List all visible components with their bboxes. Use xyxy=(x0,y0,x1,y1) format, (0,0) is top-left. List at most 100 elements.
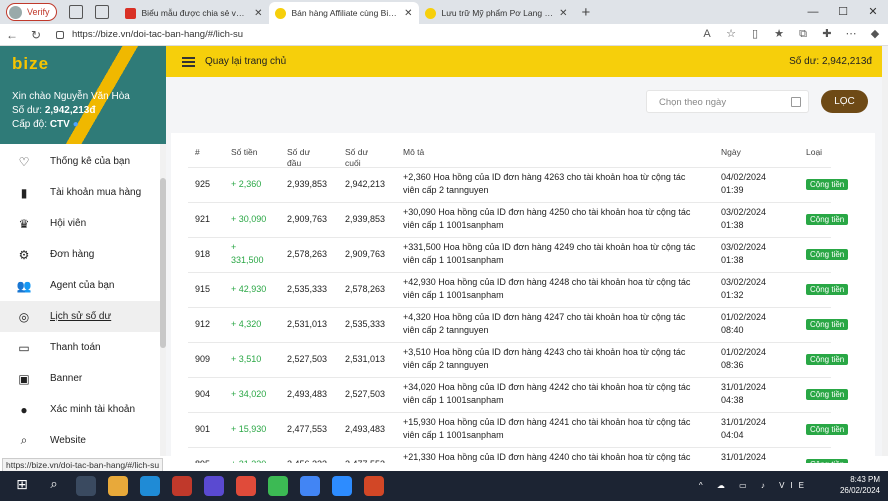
row-balance-after: 2,477,553 xyxy=(345,458,395,463)
close-tab-icon[interactable]: ✕ xyxy=(398,8,412,19)
minimize-icon[interactable]: — xyxy=(798,0,828,24)
bize-favicon-icon xyxy=(424,7,436,19)
task-view-icon[interactable] xyxy=(76,476,96,496)
system-tray-icons[interactable]: ^ ☁ ▭ ♪ VIE xyxy=(699,481,810,490)
row-description: +42,930 Hoa hồng của ID đơn hàng 4248 ch… xyxy=(403,277,691,300)
browser-tab-1[interactable]: Biểu mẫu được chia sẻ với bạn: T ✕ xyxy=(119,2,269,24)
filter-button[interactable]: LỌC xyxy=(821,90,868,113)
row-divider xyxy=(188,237,831,238)
tab-title: Bán hàng Affiliate cùng Biz-E khô xyxy=(291,8,399,18)
zoom-icon[interactable] xyxy=(332,476,352,496)
taskbar: ⊞ ⌕ ^ ☁ ▭ ♪ VIE 8:43 PM 26/02/2024 xyxy=(0,471,888,501)
sidebar-item-agents[interactable]: 👥 Agent của bạn xyxy=(0,270,166,301)
row-date: 01/02/2024 08:40 xyxy=(721,312,767,335)
close-window-icon[interactable]: ✕ xyxy=(858,0,888,24)
url-field[interactable]: https://bize.vn/doi-tac-ban-hang/#/lich-… xyxy=(56,29,243,40)
row-balance-after: 2,939,853 xyxy=(345,214,386,224)
file-explorer-icon[interactable] xyxy=(108,476,128,496)
sidebar-item-orders[interactable]: ⚙ Đơn hàng xyxy=(0,239,166,270)
profile-button[interactable]: Verify xyxy=(6,3,57,21)
group-icon: 👥 xyxy=(16,278,32,293)
reload-icon[interactable]: ↻ xyxy=(24,28,48,42)
chrome-icon[interactable] xyxy=(268,476,288,496)
sidebar-item-website[interactable]: ⌕ Website xyxy=(0,425,166,456)
row-balance-after: 2,527,503 xyxy=(345,389,386,399)
more-icon[interactable]: ⋯ xyxy=(844,27,858,41)
row-divider xyxy=(188,412,831,413)
workspaces-icon[interactable] xyxy=(68,5,83,19)
read-aloud-icon[interactable]: A xyxy=(700,27,714,41)
heart-icon: ♡ xyxy=(18,154,30,169)
sidebar: bize Xin chào Nguyễn Văn Hòa Số dư: 2,94… xyxy=(0,46,166,456)
row-divider xyxy=(188,272,831,273)
close-tab-icon[interactable]: ✕ xyxy=(553,8,567,19)
browser-tab-2[interactable]: Bán hàng Affiliate cùng Biz-E khô ✕ xyxy=(268,2,419,24)
illustrator-icon[interactable] xyxy=(172,476,192,496)
sidebar-item-label: Lịch sử số dư xyxy=(50,311,112,322)
extensions-icon[interactable]: ✚ xyxy=(820,27,834,41)
sidebar-item-members[interactable]: ♛ Hội viên xyxy=(0,208,166,239)
profile-label: Verify xyxy=(27,7,50,17)
sidebar-item-payment[interactable]: ▭ Thanh toán xyxy=(0,332,166,363)
row-date: 03/02/2024 01:38 xyxy=(721,242,767,265)
favorites-icon[interactable]: ★ xyxy=(772,27,786,41)
row-date: 31/01/2024 04:38 xyxy=(721,382,767,405)
row-balance-before: 2,527,503 xyxy=(287,354,328,364)
status-badge: Cộng tiền xyxy=(806,319,849,330)
sidebar-item-verify-account[interactable]: ● Xác minh tài khoản xyxy=(0,394,166,425)
close-tab-icon[interactable]: ✕ xyxy=(248,8,262,19)
row-balance-before: 2,909,763 xyxy=(287,214,328,224)
powerpoint-icon[interactable] xyxy=(364,476,384,496)
row-balance-before: 2,477,553 xyxy=(287,424,328,434)
phone-icon: ▮ xyxy=(20,185,28,200)
row-amount: + 331,500 xyxy=(231,242,264,265)
chrome-icon[interactable] xyxy=(300,476,320,496)
windows-start-icon[interactable]: ⊞ xyxy=(12,476,32,496)
copilot-icon[interactable]: ◆ xyxy=(868,27,882,41)
clock[interactable]: 8:43 PM 26/02/2024 xyxy=(840,474,880,496)
row-balance-after: 2,942,213 xyxy=(345,179,386,189)
row-id: 904 xyxy=(195,389,211,399)
favorite-star-icon[interactable]: ☆ xyxy=(724,27,738,41)
date-picker[interactable]: Chọn theo ngày xyxy=(646,90,809,113)
edge-icon[interactable] xyxy=(140,476,160,496)
row-divider xyxy=(188,377,831,378)
sidebar-item-balance-history[interactable]: ◎ Lịch sử số dư xyxy=(0,301,166,332)
sidebar-item-buying-account[interactable]: ▮ Tài khoản mua hàng xyxy=(0,177,166,208)
bize-logo[interactable]: bize xyxy=(12,54,154,74)
language-indicator[interactable]: VIE xyxy=(779,481,810,490)
date-placeholder: Chọn theo ngày xyxy=(659,97,727,108)
menu-icon[interactable] xyxy=(182,56,195,67)
page-scrollbar[interactable] xyxy=(882,46,888,456)
row-description: +2,360 Hoa hồng của ID đơn hàng 4263 cho… xyxy=(403,172,686,195)
col-header-date: Ngày xyxy=(721,147,741,157)
back-arrow-icon[interactable]: ← xyxy=(0,28,24,42)
status-badge: Cộng tiền xyxy=(806,459,849,463)
row-description: +4,320 Hoa hồng của ID đơn hàng 4247 cho… xyxy=(403,312,686,335)
split-screen-icon[interactable]: ▯ xyxy=(748,27,762,41)
row-amount: + 4,320 xyxy=(231,319,262,329)
sidebar-item-banner[interactable]: ▣ Banner xyxy=(0,363,166,394)
sidebar-item-statistics[interactable]: ♡ Thống kê của bạn xyxy=(0,146,166,177)
row-balance-before: 2,493,483 xyxy=(287,389,328,399)
col-header-before: Số dư đầu xyxy=(287,147,311,168)
app-icon[interactable] xyxy=(236,476,256,496)
row-description: +30,090 Hoa hồng của ID đơn hàng 4250 ch… xyxy=(403,207,691,230)
tab-actions-icon[interactable] xyxy=(94,5,109,19)
gmail-icon xyxy=(124,7,136,19)
app-icon[interactable] xyxy=(204,476,224,496)
row-amount: + 21,330 xyxy=(231,458,271,463)
taskbar-search-icon[interactable]: ⌕ xyxy=(44,476,64,496)
collections-icon[interactable]: ⧉ xyxy=(796,27,810,41)
back-home-link[interactable]: Quay lại trang chủ xyxy=(205,56,286,67)
new-tab-button[interactable]: + xyxy=(582,4,591,21)
clock-time: 8:43 PM xyxy=(850,475,880,484)
greeting: Xin chào Nguyễn Văn Hòa xyxy=(12,91,130,102)
row-divider xyxy=(188,447,831,448)
search-icon: ⌕ xyxy=(20,433,28,447)
maximize-icon[interactable]: ☐ xyxy=(828,0,858,24)
crown-icon: ♛ xyxy=(18,216,30,231)
browser-tab-3[interactable]: Lưu trữ Mỹ phẩm Pơ Lang - Biz-E ✕ xyxy=(419,2,574,24)
row-date: 31/01/2024 04:04 xyxy=(721,417,767,440)
url-text: https://bize.vn/doi-tac-ban-hang/#/lich-… xyxy=(72,29,244,40)
